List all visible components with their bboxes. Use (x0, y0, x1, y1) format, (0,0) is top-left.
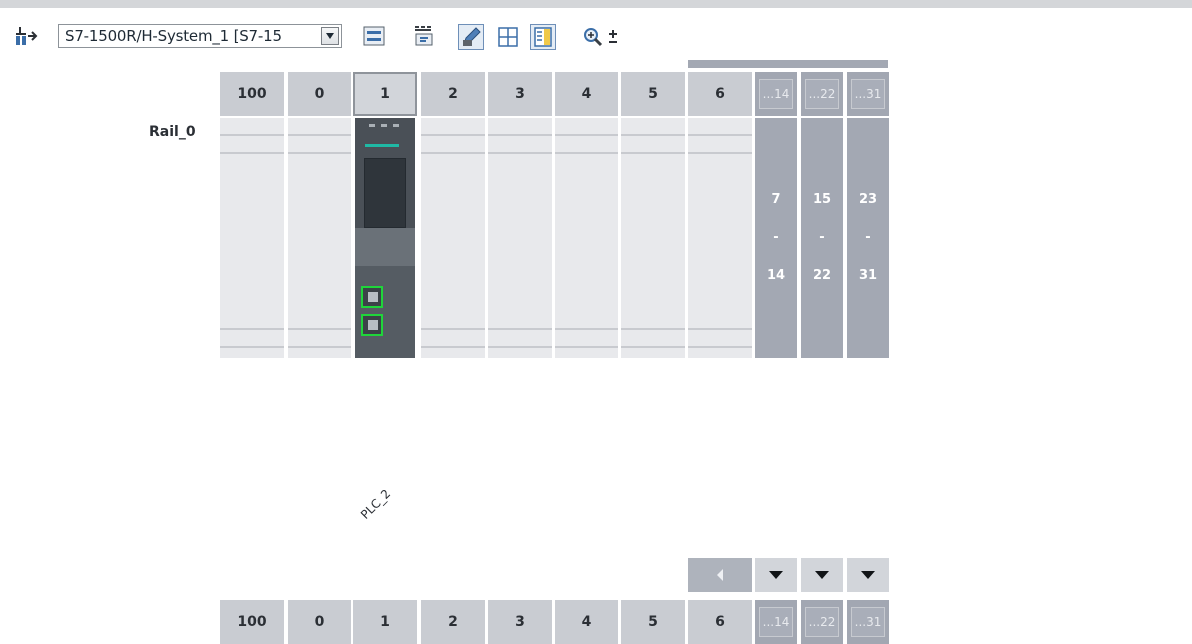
group-slot[interactable]: 7 - 14 (755, 118, 797, 358)
slot-header[interactable]: 100 (220, 72, 284, 116)
expand-group-button[interactable] (847, 558, 889, 592)
group-slot-to: 14 (766, 268, 786, 283)
group-slot-sep: - (773, 230, 779, 245)
slot-header[interactable]: 3 (488, 600, 552, 644)
triangle-down-icon (769, 571, 783, 579)
group-slot[interactable]: 23 - 31 (847, 118, 889, 358)
slot-header[interactable]: 0 (288, 72, 351, 116)
slot-header[interactable]: 6 (688, 72, 752, 116)
rail-bottom: 100 0 1 2 3 4 5 6 ...14 ...22 ...31 (0, 600, 1192, 644)
rail-slot[interactable] (621, 118, 685, 358)
rail-slot[interactable] (421, 118, 485, 358)
slot-header[interactable]: 2 (421, 72, 485, 116)
slot-header[interactable]: 5 (621, 600, 685, 644)
scroll-left-button[interactable] (688, 558, 752, 592)
slot-header[interactable]: 4 (555, 72, 618, 116)
zoom-step-icon[interactable] (606, 27, 620, 47)
group-header[interactable]: ...14 (755, 600, 797, 644)
group-slot[interactable]: 15 - 22 (801, 118, 843, 358)
ethernet-port-icon[interactable] (361, 286, 383, 308)
brand-strip (365, 144, 399, 147)
group-slot-to: 31 (858, 268, 878, 283)
group-header-label: ...14 (759, 79, 793, 109)
zoom-icon[interactable] (582, 26, 604, 48)
group-header-label: ...22 (805, 607, 839, 637)
triangle-left-icon (717, 569, 723, 581)
dropdown-arrow-icon[interactable] (321, 27, 339, 45)
group-header[interactable]: ...22 (801, 72, 843, 116)
slot-header[interactable]: 6 (688, 600, 752, 644)
rail-icon[interactable] (362, 25, 386, 47)
rail-slot[interactable] (488, 118, 552, 358)
triangle-down-icon (861, 571, 875, 579)
slot-header[interactable]: 5 (621, 72, 685, 116)
group-header[interactable]: ...31 (847, 72, 889, 116)
window-top-strip (0, 0, 1192, 8)
device-select[interactable]: S7-1500R/H-System_1 [S7-15 (58, 24, 342, 48)
expand-group-button[interactable] (801, 558, 843, 592)
names-icon[interactable] (412, 24, 438, 48)
device-select-value: S7-1500R/H-System_1 [S7-15 (65, 27, 282, 45)
group-slot-to: 22 (812, 268, 832, 283)
device-label[interactable]: PLC_2 (358, 487, 393, 522)
group-header[interactable]: ...22 (801, 600, 843, 644)
pencil-icon[interactable] (458, 24, 484, 50)
cpu-display (364, 158, 406, 228)
cpu-lower-panel (355, 266, 415, 358)
slot-header[interactable]: 2 (421, 600, 485, 644)
group-slot-from: 7 (771, 192, 781, 207)
slot-header[interactable]: 3 (488, 72, 552, 116)
cpu-module[interactable] (355, 118, 415, 358)
slot-header[interactable]: 4 (555, 600, 618, 644)
slot-header[interactable]: 100 (220, 600, 284, 644)
ethernet-port-icon[interactable] (361, 314, 383, 336)
triangle-down-icon (815, 571, 829, 579)
group-slot-sep: - (865, 230, 871, 245)
status-leds (369, 124, 399, 130)
rail-extension-bar (688, 60, 888, 68)
group-header-label: ...31 (851, 79, 885, 109)
group-header-label: ...22 (805, 79, 839, 109)
slot-header-active[interactable]: 1 (353, 72, 417, 116)
rail-top: 100 0 1 2 3 4 5 6 ...14 ...22 ...31 7 - … (0, 60, 1192, 362)
group-header-label: ...31 (851, 607, 885, 637)
topology-icon[interactable] (14, 24, 38, 48)
group-header[interactable]: ...14 (755, 72, 797, 116)
overview-icon[interactable] (530, 24, 556, 50)
rail-slot[interactable] (220, 118, 284, 358)
cpu-front-band (355, 228, 415, 266)
expand-group-button[interactable] (755, 558, 797, 592)
slot-header[interactable]: 0 (288, 600, 351, 644)
rail-slot[interactable] (555, 118, 618, 358)
slot-header[interactable]: 1 (353, 600, 417, 644)
rail-slot[interactable] (688, 118, 752, 358)
group-slot-from: 15 (812, 192, 832, 207)
group-slot-from: 23 (858, 192, 878, 207)
rail-slot[interactable] (288, 118, 351, 358)
group-slot-sep: - (819, 230, 825, 245)
group-header-label: ...14 (759, 607, 793, 637)
group-header[interactable]: ...31 (847, 600, 889, 644)
grid-icon[interactable] (496, 25, 520, 49)
